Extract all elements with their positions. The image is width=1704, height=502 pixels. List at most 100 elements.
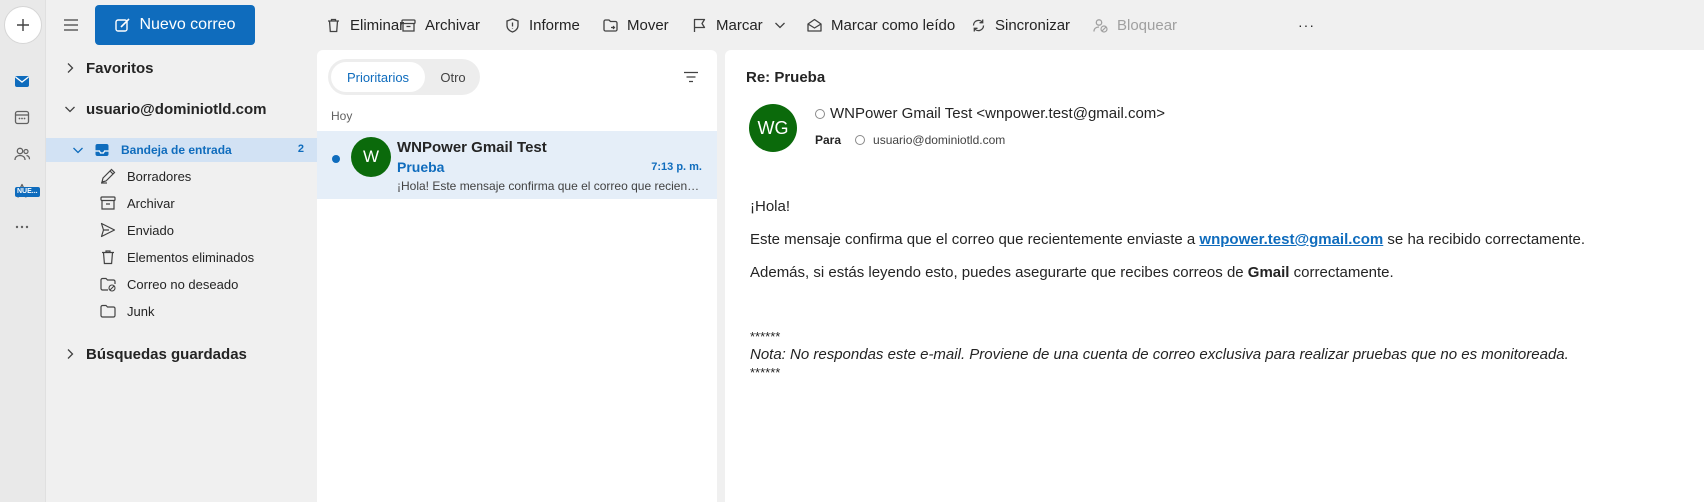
block-button[interactable]: Bloquear <box>1092 0 1177 50</box>
inbox-folder[interactable]: Bandeja de entrada 2 <box>46 138 317 162</box>
favorites-label: Favoritos <box>86 59 154 77</box>
menu-icon[interactable] <box>60 14 82 36</box>
command-toolbar: Nuevo correo Eliminar Archivar Informe M… <box>46 0 1704 50</box>
chevron-right-icon <box>67 349 74 359</box>
archive-icon <box>100 196 116 210</box>
folder-label: Enviado <box>127 222 174 238</box>
sync-icon <box>972 19 985 31</box>
delete-icon <box>328 18 339 32</box>
favorites-section[interactable]: Favoritos <box>46 54 317 82</box>
new-badge: NUE... <box>15 187 40 197</box>
flag-options-button[interactable] <box>773 0 787 50</box>
email-subject: Re: Prueba <box>746 69 826 86</box>
app-rail: NUE... <box>0 0 46 502</box>
sender-avatar[interactable]: WG <box>749 104 797 152</box>
new-plus-button[interactable] <box>4 6 42 44</box>
shield-icon <box>506 17 519 33</box>
recipient-address[interactable]: usuario@dominiotld.com <box>873 133 1005 147</box>
archive-button[interactable]: Archivar <box>400 0 480 50</box>
folder-pane: Favoritos usuario@dominiotld.com Bandeja… <box>46 50 317 502</box>
compose-icon <box>115 17 131 32</box>
flag-button[interactable]: Marcar <box>691 0 763 50</box>
sync-button[interactable]: Sincronizar <box>970 0 1070 50</box>
block-user-icon <box>1093 18 1108 33</box>
delete-button[interactable]: Eliminar <box>325 0 404 50</box>
body-paragraph-1: Este mensaje confirma que el correo que … <box>750 231 1585 248</box>
saved-searches-label: Búsquedas guardadas <box>86 345 247 363</box>
reading-pane: Re: Prueba WG WNPower Gmail Test <wnpowe… <box>725 50 1704 502</box>
account-label: usuario@dominiotld.com <box>86 100 267 118</box>
mark-read-label: Marcar como leído <box>831 16 956 34</box>
chevron-down-icon <box>65 106 75 113</box>
folder-sent[interactable]: Enviado <box>99 221 174 239</box>
plus-icon <box>17 19 29 31</box>
junk-icon <box>100 277 116 292</box>
message-subject: Prueba <box>397 159 445 175</box>
delete-icon <box>102 250 114 265</box>
bold-text: Gmail <box>1247 264 1290 281</box>
tab-other[interactable]: Otro <box>431 62 475 92</box>
separator-bottom: ****** <box>750 365 781 380</box>
folder-deleted[interactable]: Elementos eliminados <box>99 248 254 266</box>
flag-label: Marcar <box>716 16 763 34</box>
sender-line[interactable]: WNPower Gmail Test <wnpower.test@gmail.c… <box>815 105 1165 122</box>
avatar: W <box>351 137 391 177</box>
draft-icon <box>101 168 116 184</box>
inbox-tabs: Prioritarios Otro <box>328 59 480 95</box>
flag-icon <box>693 18 706 32</box>
folder-drafts[interactable]: Borradores <box>99 167 191 185</box>
delete-label: Eliminar <box>350 16 405 34</box>
email-link[interactable]: wnpower.test@gmail.com <box>1199 231 1383 248</box>
folder-label: Correo no deseado <box>127 276 239 292</box>
chevron-right-icon <box>67 63 74 73</box>
send-icon <box>100 222 116 238</box>
move-folder-icon <box>603 18 618 32</box>
mail-app-icon[interactable] <box>11 70 33 92</box>
separator-top: ****** <box>750 329 781 344</box>
archive-icon <box>401 18 416 32</box>
more-apps-icon[interactable] <box>11 216 33 238</box>
recipient-line: Para usuario@dominiotld.com <box>815 133 1005 147</box>
date-group-header: Hoy <box>331 109 353 123</box>
calendar-app-icon[interactable] <box>11 106 33 128</box>
message-preview: ¡Hola! Este mensaje confirma que el corr… <box>397 179 702 193</box>
body-text: se ha recibido correctamente. <box>1383 231 1586 248</box>
to-label: Para <box>815 133 842 147</box>
chevron-down-icon <box>73 147 83 154</box>
new-mail-button[interactable]: Nuevo correo <box>95 5 255 45</box>
greeting: ¡Hola! <box>750 198 791 215</box>
tab-focused[interactable]: Prioritarios <box>331 62 425 92</box>
report-button[interactable]: Informe <box>504 0 580 50</box>
people-app-icon[interactable] <box>11 143 33 165</box>
new-mail-label: Nuevo correo <box>139 16 236 33</box>
body-text: Además, si estás leyendo esto, puedes as… <box>750 264 1248 281</box>
folder-label: Elementos eliminados <box>127 249 255 265</box>
inbox-label: Bandeja de entrada <box>121 143 232 157</box>
filter-icon[interactable] <box>681 67 701 87</box>
folder-icon <box>100 304 116 318</box>
inbox-unread-count: 2 <box>297 143 304 155</box>
list-item[interactable]: W WNPower Gmail Test Prueba 7:13 p. m. ¡… <box>317 131 717 199</box>
note-text: Nota: No respondas este e-mail. Proviene… <box>750 346 1569 363</box>
folder-archive[interactable]: Archivar <box>99 194 175 212</box>
more-actions-button[interactable]: ··· <box>1298 0 1315 50</box>
account-section[interactable]: usuario@dominiotld.com <box>46 95 317 123</box>
presence-icon <box>815 108 825 119</box>
mark-read-button[interactable]: Marcar como leído <box>806 0 955 50</box>
presence-icon <box>855 135 866 145</box>
unread-dot <box>332 155 340 163</box>
body-text: correctamente. <box>1289 264 1394 281</box>
block-label: Bloquear <box>1117 16 1178 34</box>
message-list: Prioritarios Otro Hoy W WNPower Gmail Te… <box>317 50 717 502</box>
folder-junk-mail[interactable]: Correo no deseado <box>99 275 238 293</box>
inbox-icon <box>95 144 109 156</box>
move-button[interactable]: Mover <box>602 0 669 50</box>
open-envelope-icon <box>807 18 822 32</box>
body-paragraph-2: Además, si estás leyendo esto, puedes as… <box>750 264 1394 281</box>
folder-label: Archivar <box>127 195 175 211</box>
saved-searches-section[interactable]: Búsquedas guardadas <box>46 340 317 368</box>
sender-name: WNPower Gmail Test <wnpower.test@gmail.c… <box>830 105 1166 122</box>
folder-junk[interactable]: Junk <box>99 302 154 320</box>
folder-label: Borradores <box>127 168 192 184</box>
move-label: Mover <box>627 16 669 34</box>
